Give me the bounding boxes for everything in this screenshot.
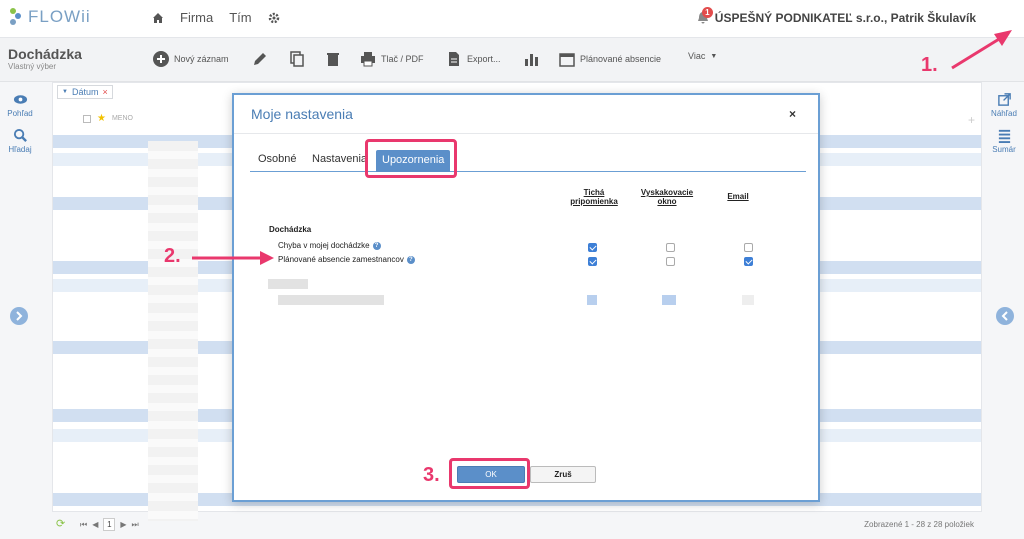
tutorial-annotations: 1. 2. 3. [0, 0, 1024, 539]
step-2-label: 2. [164, 245, 181, 267]
arrow-annotations [192, 30, 1012, 265]
step-3-label: 3. [423, 464, 440, 486]
step-1-label: 1. [921, 54, 938, 76]
